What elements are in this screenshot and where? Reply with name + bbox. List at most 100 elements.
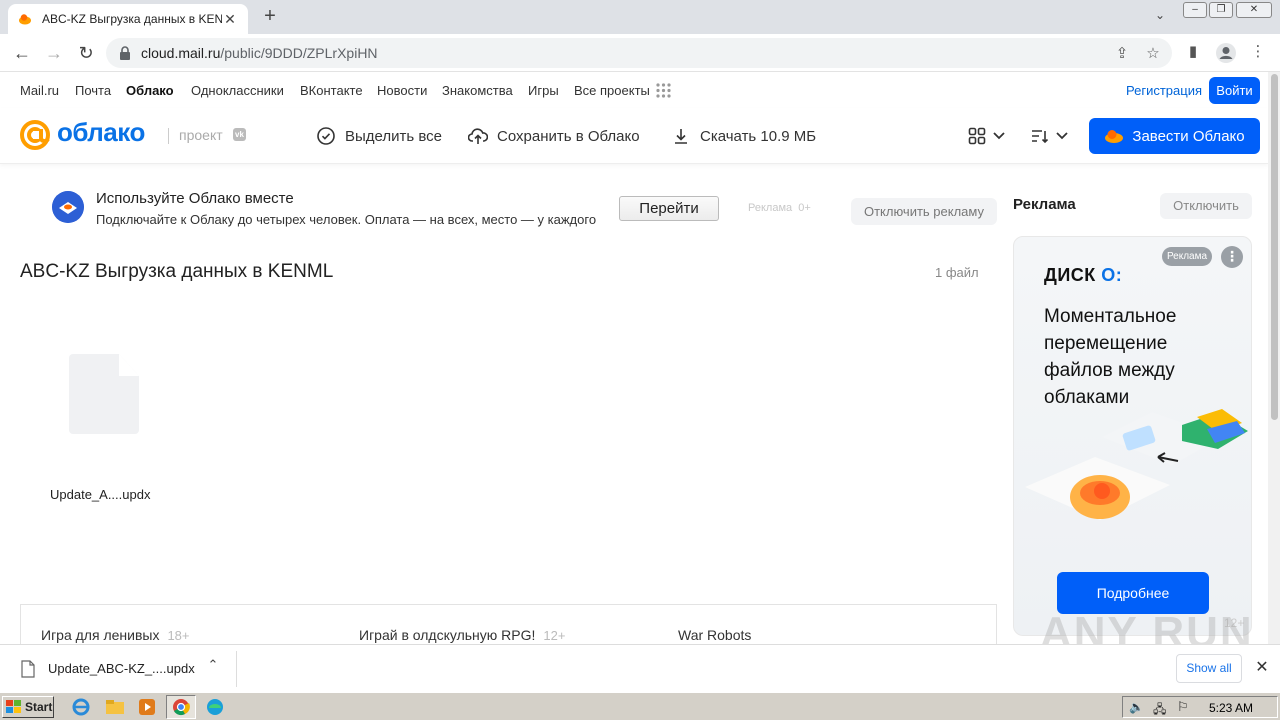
promo-banner: Используйте Облако вместе Подключайте к … xyxy=(40,178,1000,234)
select-all-button[interactable]: Выделить все xyxy=(316,126,442,146)
game-name: Играй в олдскульную RPG! xyxy=(359,627,536,643)
logo-project-label: проект xyxy=(179,127,223,143)
get-cloud-button[interactable]: Завести Облако xyxy=(1089,118,1260,154)
lock-icon xyxy=(120,46,130,60)
ad-card[interactable]: Реклама ⋮ ДИСК О: Моментальное перемещен… xyxy=(1013,236,1252,636)
edge-icon[interactable] xyxy=(204,697,226,717)
reload-icon[interactable]: ↻ xyxy=(73,41,99,65)
grid-view-icon xyxy=(968,127,986,145)
promo-ad-age: 0+ xyxy=(798,202,811,214)
start-button[interactable]: Start xyxy=(2,696,54,718)
ad-options-icon[interactable]: ⋮ xyxy=(1221,246,1243,268)
tab-search-chevron-icon[interactable]: ⌄ xyxy=(1150,8,1170,26)
start-label: Start xyxy=(25,700,53,714)
nav-igry[interactable]: Игры xyxy=(528,83,559,98)
game-item[interactable]: Играй в олдскульную RPG! 12+ xyxy=(359,627,565,643)
volume-icon[interactable]: 🔈 xyxy=(1129,700,1144,714)
nav-oblako[interactable]: Облако xyxy=(126,83,174,98)
game-age: 12+ xyxy=(543,628,566,643)
ad-disable-button[interactable]: Отключить xyxy=(1160,193,1252,219)
download-label: Скачать 10.9 МБ xyxy=(700,127,817,145)
check-circle-icon xyxy=(316,126,336,146)
nav-odnoklassniki[interactable]: Одноклассники xyxy=(191,83,284,98)
game-name: Игра для ленивых xyxy=(41,627,160,643)
chevron-down-icon xyxy=(1056,132,1068,140)
close-tab-icon[interactable]: ✕ xyxy=(222,11,238,28)
save-to-cloud-button[interactable]: Сохранить в Облако xyxy=(468,126,640,146)
cloud-header: облако проект vk Выделить все Сохранить … xyxy=(0,108,1268,164)
download-arrow-icon xyxy=(671,126,691,146)
tab-strip: ABC-KZ Выгрузка данных в KENML ✕ + ⌄ – ❐… xyxy=(0,0,1280,34)
nav-znakomstva[interactable]: Знакомства xyxy=(442,83,513,98)
downloads-shelf: Update_ABC-KZ_....updx ⌃ Show all ✕ xyxy=(0,644,1280,692)
url-text: cloud.mail.ru/public/9DDD/ZPLrXpiHN xyxy=(141,45,378,61)
taskbar: Start 🔈 🖧 ⚐ 5:23 AM xyxy=(0,692,1280,720)
game-age: 18+ xyxy=(167,628,190,643)
nav-mailru[interactable]: Mail.ru xyxy=(20,83,59,98)
promo-ad-text: Реклама xyxy=(748,202,793,214)
view-mode-button[interactable] xyxy=(968,125,1006,147)
file-icon[interactable] xyxy=(69,354,139,434)
file-download-icon xyxy=(21,660,35,678)
forward-arrow-icon[interactable]: → xyxy=(41,41,67,65)
bookmark-star-icon[interactable]: ☆ xyxy=(1143,44,1163,64)
cloud-upload-icon xyxy=(468,126,488,146)
restore-window-icon[interactable]: ❐ xyxy=(1209,2,1233,18)
page-scrollbar[interactable] xyxy=(1268,72,1280,644)
chevron-up-icon[interactable]: ⌃ xyxy=(203,657,223,677)
sort-button[interactable] xyxy=(1031,125,1069,147)
ad-badge: Реклама xyxy=(1162,247,1212,266)
games-block: Игра для ленивых 18+ Играй в олдскульную … xyxy=(20,604,997,644)
address-bar[interactable]: cloud.mail.ru/public/9DDD/ZPLrXpiHN ⇪ ☆ xyxy=(106,38,1172,68)
more-menu-icon[interactable]: ⋮ xyxy=(1248,42,1268,62)
close-window-icon[interactable]: ✕ xyxy=(1236,2,1272,18)
cloud-logo-at-icon[interactable] xyxy=(19,119,51,151)
scrollbar-thumb[interactable] xyxy=(1271,74,1278,420)
folder-title: ABC-KZ Выгрузка данных в KENML xyxy=(20,261,334,282)
network-icon[interactable]: 🖧 xyxy=(1153,700,1166,721)
download-button[interactable]: Скачать 10.9 МБ xyxy=(671,126,816,146)
ad-column-label: Реклама xyxy=(1013,196,1076,213)
save-to-cloud-label: Сохранить в Облако xyxy=(497,127,640,145)
family-cloud-icon xyxy=(52,191,84,223)
game-item[interactable]: War Robots xyxy=(678,627,751,643)
close-shelf-icon[interactable]: ✕ xyxy=(1252,657,1272,679)
login-button[interactable]: Войти xyxy=(1209,77,1260,104)
cloud-logo-text[interactable]: облако xyxy=(57,117,145,148)
windows-flag-icon xyxy=(6,700,21,713)
nav-pochta[interactable]: Почта xyxy=(75,83,111,98)
ad-headline: Моментальное перемещение файлов между об… xyxy=(1044,306,1177,408)
promo-ad-label: Реклама 0+ xyxy=(748,202,811,214)
ad-brand-logo: ДИСК О: xyxy=(1044,265,1122,286)
browser-tab[interactable]: ABC-KZ Выгрузка данных в KENML ✕ xyxy=(8,4,248,34)
browser-toolbar: ← → ↻ cloud.mail.ru/public/9DDD/ZPLrXpiH… xyxy=(0,34,1280,72)
promo-go-button[interactable]: Перейти xyxy=(619,196,719,221)
file-name[interactable]: Update_A....updx xyxy=(50,487,150,502)
flag-icon[interactable]: ⚐ xyxy=(1177,699,1189,715)
back-arrow-icon[interactable]: ← xyxy=(9,41,35,65)
downloaded-file-name[interactable]: Update_ABC-KZ_....updx xyxy=(48,661,195,676)
new-tab-icon[interactable]: + xyxy=(258,6,282,28)
game-item[interactable]: Игра для ленивых 18+ xyxy=(41,627,190,643)
apps-grid-icon[interactable] xyxy=(656,83,671,98)
file-explorer-icon[interactable] xyxy=(104,697,126,717)
cloud-icon xyxy=(1105,130,1124,143)
share-icon[interactable]: ⇪ xyxy=(1112,44,1132,64)
media-player-icon[interactable] xyxy=(136,697,158,717)
side-panel-icon[interactable]: ▮ xyxy=(1183,42,1203,62)
nav-vkontakte[interactable]: ВКонтакте xyxy=(300,83,363,98)
register-link[interactable]: Регистрация xyxy=(1126,83,1202,98)
show-all-button[interactable]: Show all xyxy=(1176,654,1242,683)
chevron-down-icon xyxy=(993,132,1005,140)
ad-brand-prefix: ДИСК xyxy=(1044,265,1096,285)
profile-avatar-icon[interactable] xyxy=(1215,42,1237,64)
url-path: /public/9DDD/ZPLrXpiHN xyxy=(220,45,378,61)
minimize-window-icon[interactable]: – xyxy=(1183,2,1207,18)
chrome-taskbar-button[interactable] xyxy=(166,695,196,719)
select-all-label: Выделить все xyxy=(345,127,443,145)
url-host: cloud.mail.ru xyxy=(141,45,221,61)
disable-ads-button[interactable]: Отключить рекламу xyxy=(851,198,997,225)
nav-all-projects[interactable]: Все проекты xyxy=(574,83,650,98)
nav-novosti[interactable]: Новости xyxy=(377,83,427,98)
internet-explorer-icon[interactable] xyxy=(70,697,92,717)
